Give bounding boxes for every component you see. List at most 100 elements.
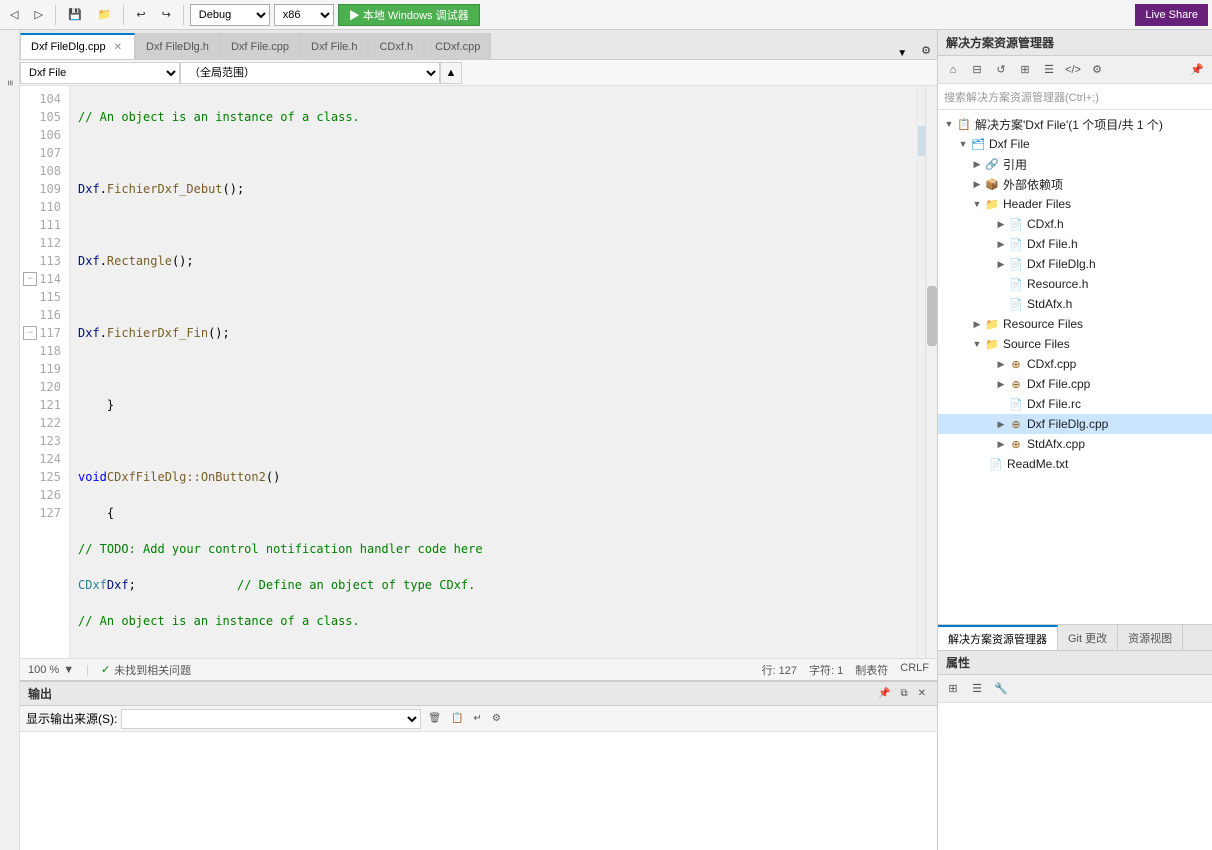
editor-scrollbar-thumb[interactable] — [927, 286, 937, 346]
tab-settings-btn[interactable]: ⚙ — [915, 42, 937, 59]
zoom-value: 100 % — [28, 664, 59, 676]
se-tool-refresh[interactable]: ↺ — [990, 59, 1012, 81]
solution-chevron: ▼ — [942, 117, 956, 131]
prop-tool-grid[interactable]: ⊞ — [942, 678, 964, 700]
se-tab-label-0: 解决方案资源管理器 — [948, 631, 1047, 647]
se-toolbar: ⌂ ⊟ ↺ ⊞ ☰ </> ⚙ 📌 — [938, 56, 1212, 84]
se-tab-label-1: Git 更改 — [1068, 630, 1107, 646]
tree-external-deps[interactable]: ▶ 📦 外部依赖项 — [938, 174, 1212, 194]
se-tab-git-changes[interactable]: Git 更改 — [1058, 625, 1118, 650]
tree-project[interactable]: ▼ 🗂 Dxf File — [938, 134, 1212, 154]
tab-dxf-file-cpp[interactable]: Dxf File.cpp — [220, 33, 300, 59]
status-bar: 100 % ▼ | ✓ 未找到相关问题 行: 127 字符: 1 制表符 CRL… — [20, 658, 937, 680]
undo-btn[interactable]: ↩ — [130, 6, 151, 23]
tree-dxf-filedlg-cpp[interactable]: ▶ ⊕ Dxf FileDlg.cpp — [938, 414, 1212, 434]
debug-config-select[interactable]: Debug — [190, 4, 270, 26]
prop-tool-settings[interactable]: 🔧 — [990, 678, 1012, 700]
se-tool-code[interactable]: </> — [1062, 59, 1084, 81]
output-copy-btn[interactable]: 📋 — [448, 712, 466, 725]
ln-127: 127 — [20, 504, 69, 522]
range-scope-select[interactable]: （全局范围） — [180, 62, 440, 84]
ln-110: 110 — [20, 198, 69, 216]
editor-area: Dxf FileDlg.cpp ✕ Dxf FileDlg.h Dxf File… — [20, 30, 937, 680]
tab-close-0[interactable]: ✕ — [112, 41, 124, 54]
project-icon: 🗂 — [970, 136, 986, 152]
rf-icon: 📁 — [984, 316, 1000, 332]
code-line-113 — [78, 432, 909, 450]
platform-select[interactable]: x86 — [274, 4, 334, 26]
stdafxh-chevron — [994, 297, 1008, 311]
forward-btn[interactable]: ▷ — [28, 6, 48, 23]
zoom-status[interactable]: 100 % ▼ — [28, 664, 74, 676]
save-btn[interactable]: 💾 — [62, 6, 88, 23]
cdxfcpp-chevron: ▶ — [994, 357, 1008, 371]
tree-dxf-file-cpp[interactable]: ▶ ⊕ Dxf File.cpp — [938, 374, 1212, 394]
code-line-112: } — [78, 396, 909, 414]
tab-dxf-filedlg-h[interactable]: Dxf FileDlg.h — [135, 33, 220, 59]
sep3 — [183, 5, 184, 25]
editor-scrollbar-v[interactable] — [925, 86, 937, 658]
ln-125: 125 — [20, 468, 69, 486]
tab-dxf-filedlg-cpp[interactable]: Dxf FileDlg.cpp ✕ — [20, 33, 135, 59]
output-clear-btn[interactable]: 🗑 — [425, 712, 444, 725]
dxffiledlgh-chevron: ▶ — [994, 257, 1008, 271]
scope-nav-up[interactable]: ▲ — [440, 62, 462, 84]
output-title: 输出 — [28, 685, 52, 702]
se-tab-label-2: 资源视图 — [1128, 630, 1172, 646]
file-scope-select[interactable]: Dxf File — [20, 62, 180, 84]
redo-btn[interactable]: ↪ — [156, 6, 177, 23]
tree-solution[interactable]: ▼ 📋 解决方案'Dxf File'(1 个项目/共 1 个) — [938, 114, 1212, 134]
se-tool-pin[interactable]: 📌 — [1186, 59, 1208, 81]
dxffilerc-icon: 📄 — [1008, 396, 1024, 412]
tab-dxf-file-h[interactable]: Dxf File.h — [300, 33, 368, 59]
output-source-select[interactable] — [121, 709, 421, 729]
output-close-btn[interactable]: ✕ — [915, 687, 929, 700]
right-panel: 解决方案资源管理器 ⌂ ⊟ ↺ ⊞ ☰ </> ⚙ 📌 搜索解决方案资源管理器(… — [937, 30, 1212, 850]
tree-dxf-file-rc[interactable]: 📄 Dxf File.rc — [938, 394, 1212, 414]
solution-label: 解决方案'Dxf File'(1 个项目/共 1 个) — [975, 116, 1163, 133]
output-settings-btn[interactable]: ⚙ — [489, 712, 504, 725]
dxffiledlgcpp-label: Dxf FileDlg.cpp — [1027, 417, 1108, 431]
prop-tool-list[interactable]: ☰ — [966, 678, 988, 700]
tree-cdxf-h[interactable]: ▶ 📄 CDxf.h — [938, 214, 1212, 234]
tree-stdafx-cpp[interactable]: ▶ ⊕ StdAfx.cpp — [938, 434, 1212, 454]
tree-resource-files[interactable]: ▶ 📁 Resource Files — [938, 314, 1212, 334]
cdxfcpp-icon: ⊕ — [1008, 356, 1024, 372]
se-tab-solution-explorer[interactable]: 解决方案资源管理器 — [938, 625, 1058, 650]
run-debugger-btn[interactable]: ▶ 本地 Windows 调试器 — [338, 4, 480, 26]
tree-dxf-file-h[interactable]: ▶ 📄 Dxf File.h — [938, 234, 1212, 254]
back-btn[interactable]: ◁ — [4, 6, 24, 23]
tab-overflow-btn[interactable]: ▼ — [891, 48, 913, 59]
se-tool-home[interactable]: ⌂ — [942, 59, 964, 81]
gutter-icon-1: ≡ — [4, 80, 15, 86]
output-wrap-btn[interactable]: ↵ — [471, 712, 485, 725]
tree-header-files[interactable]: ▼ 📁 Header Files — [938, 194, 1212, 214]
hf-chevron: ▼ — [970, 197, 984, 211]
se-tool-filter[interactable]: ⊟ — [966, 59, 988, 81]
output-pin-btn[interactable]: 📌 — [875, 687, 893, 700]
tree-stdafx-h[interactable]: 📄 StdAfx.h — [938, 294, 1212, 314]
tab-cdxf-cpp[interactable]: CDxf.cpp — [424, 33, 491, 59]
ln-111: 111 — [20, 216, 69, 234]
tree-resource-h[interactable]: 📄 Resource.h — [938, 274, 1212, 294]
tree-references[interactable]: ▶ 🔗 引用 — [938, 154, 1212, 174]
se-tool-props[interactable]: ☰ — [1038, 59, 1060, 81]
se-tool-settings[interactable]: ⚙ — [1086, 59, 1108, 81]
tree-source-files[interactable]: ▼ 📁 Source Files — [938, 334, 1212, 354]
prop-content — [938, 703, 1212, 850]
tree-readme[interactable]: 📄 ReadMe.txt — [938, 454, 1212, 474]
resourceh-icon: 📄 — [1008, 276, 1024, 292]
code-editor[interactable]: // An object is an instance of a class. … — [70, 86, 917, 658]
se-tool-collapse[interactable]: ⊞ — [1014, 59, 1036, 81]
zoom-dropdown[interactable]: ▼ — [63, 664, 74, 676]
tab-label-1: Dxf FileDlg.h — [146, 41, 209, 53]
tree-dxf-filedlg-h[interactable]: ▶ 📄 Dxf FileDlg.h — [938, 254, 1212, 274]
fold-117[interactable]: − — [23, 326, 37, 340]
tab-cdxf-h[interactable]: CDxf.h — [368, 33, 424, 59]
live-share-btn[interactable]: Live Share — [1135, 4, 1208, 26]
output-float-btn[interactable]: ⧉ — [897, 687, 910, 700]
save-all-btn[interactable]: 📁 — [92, 6, 118, 23]
tree-cdxf-cpp[interactable]: ▶ ⊕ CDxf.cpp — [938, 354, 1212, 374]
se-tab-resource-view[interactable]: 资源视图 — [1118, 625, 1183, 650]
fold-114[interactable]: − — [23, 272, 37, 286]
